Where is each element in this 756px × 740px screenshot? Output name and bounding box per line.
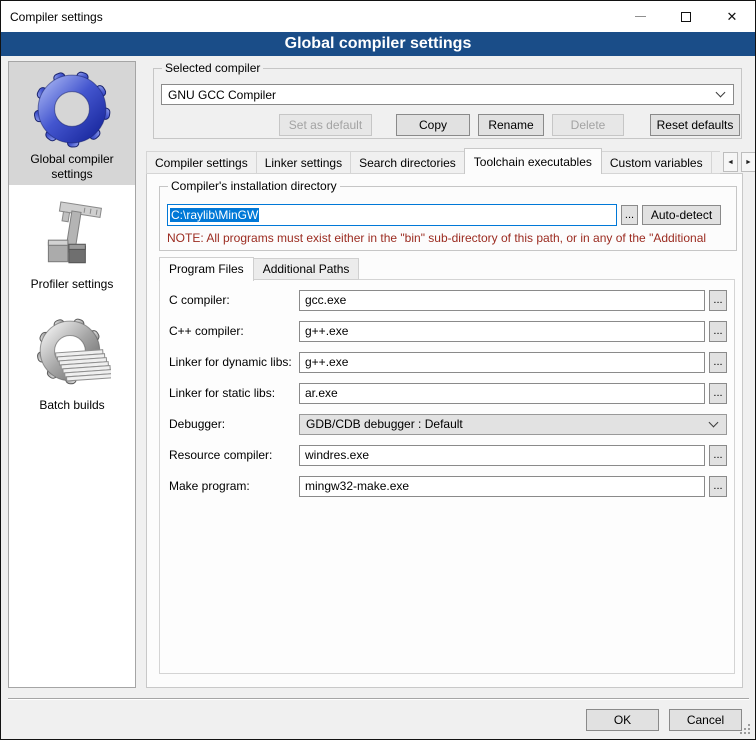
groupbox-legend: Compiler's installation directory bbox=[168, 179, 340, 194]
titlebar[interactable]: Compiler settings ✕ bbox=[1, 1, 755, 32]
rename-button[interactable]: Rename bbox=[478, 114, 544, 136]
installation-note: NOTE: All programs must exist either in … bbox=[167, 231, 733, 245]
dynamic-linker-browse-button[interactable]: ... bbox=[709, 352, 727, 373]
row-resource-compiler: Resource compiler: ... bbox=[160, 444, 734, 466]
tab-scroll-left-icon: ◄ bbox=[727, 159, 734, 166]
row-debugger: Debugger: GDB/CDB debugger : Default bbox=[160, 413, 734, 435]
tab-scroll-left-button[interactable]: ◄ bbox=[723, 152, 738, 172]
minimize-button[interactable] bbox=[617, 1, 663, 32]
row-dynamic-linker: Linker for dynamic libs: ... bbox=[160, 351, 734, 373]
tab-search-directories[interactable]: Search directories bbox=[350, 151, 465, 174]
cancel-button[interactable]: Cancel bbox=[669, 709, 742, 731]
row-make-program: Make program: ... bbox=[160, 475, 734, 497]
field-label: Debugger: bbox=[169, 417, 297, 431]
tab-scroll-right-icon: ► bbox=[745, 159, 752, 166]
chevron-down-icon bbox=[709, 417, 719, 427]
resize-grip[interactable] bbox=[748, 732, 750, 734]
gray-gear-stack-icon bbox=[33, 316, 111, 394]
maximize-icon bbox=[681, 12, 691, 22]
field-label: C compiler: bbox=[169, 293, 297, 307]
sidebar-item-label: Profiler settings bbox=[27, 277, 118, 292]
resource-compiler-input[interactable] bbox=[299, 445, 705, 466]
resource-compiler-browse-button[interactable]: ... bbox=[709, 445, 727, 466]
tab-compiler-settings[interactable]: Compiler settings bbox=[146, 151, 257, 174]
sidebar-item-batch-builds[interactable]: Batch builds bbox=[9, 316, 135, 413]
tab-scroll-right-button[interactable]: ► bbox=[741, 152, 756, 172]
auto-detect-button[interactable]: Auto-detect bbox=[642, 205, 721, 225]
window-title: Compiler settings bbox=[10, 10, 103, 24]
close-button[interactable]: ✕ bbox=[709, 1, 755, 32]
c-compiler-input[interactable] bbox=[299, 290, 705, 311]
dynamic-linker-input[interactable] bbox=[299, 352, 705, 373]
tab-linker-settings[interactable]: Linker settings bbox=[256, 151, 351, 174]
page-title: Global compiler settings bbox=[1, 32, 755, 56]
selected-compiler-groupbox: Selected compiler GNU GCC Compiler Set a… bbox=[153, 68, 742, 139]
selected-compiler-value: GNU GCC Compiler bbox=[168, 88, 276, 102]
compiler-settings-dialog: Compiler settings ✕ Global compiler sett… bbox=[0, 0, 756, 740]
static-linker-input[interactable] bbox=[299, 383, 705, 404]
main-panel: Selected compiler GNU GCC Compiler Set a… bbox=[145, 61, 749, 689]
field-label: C++ compiler: bbox=[169, 324, 297, 338]
c-compiler-browse-button[interactable]: ... bbox=[709, 290, 727, 311]
window-controls: ✕ bbox=[617, 1, 755, 32]
installation-directory-browse-button[interactable]: ... bbox=[621, 205, 638, 225]
row-static-linker: Linker for static libs: ... bbox=[160, 382, 734, 404]
installation-directory-value: C:\raylib\MinGW bbox=[170, 208, 259, 222]
settings-tabbar: Compiler settings Linker settings Search… bbox=[146, 146, 720, 174]
tab-toolchain-executables[interactable]: Toolchain executables bbox=[464, 148, 602, 174]
sidebar-item-profiler-settings[interactable]: Profiler settings bbox=[9, 195, 135, 292]
static-linker-browse-button[interactable]: ... bbox=[709, 383, 727, 404]
row-cpp-compiler: C++ compiler: ... bbox=[160, 320, 734, 342]
caliper-icon bbox=[33, 195, 111, 273]
tab-program-files[interactable]: Program Files bbox=[159, 257, 254, 281]
field-label: Linker for static libs: bbox=[169, 386, 297, 400]
delete-button[interactable]: Delete bbox=[552, 114, 624, 136]
settings-sidebar: Global compiler settings Profiler settin… bbox=[8, 61, 136, 688]
installation-directory-groupbox: Compiler's installation directory C:\ray… bbox=[159, 186, 737, 251]
tab-scroll-buttons: ◄ ► bbox=[723, 152, 756, 172]
chevron-down-icon bbox=[716, 88, 726, 98]
program-files-tabbar: Program Files Additional Paths bbox=[159, 255, 358, 280]
sidebar-item-label: Batch builds bbox=[35, 398, 108, 413]
close-icon: ✕ bbox=[727, 10, 738, 23]
compiler-actions: Set as default Copy Rename Delete Reset … bbox=[279, 114, 740, 136]
row-c-compiler: C compiler: ... bbox=[160, 289, 734, 311]
footer-separator bbox=[8, 698, 749, 700]
field-label: Linker for dynamic libs: bbox=[169, 355, 297, 369]
field-label: Resource compiler: bbox=[169, 448, 297, 462]
tab-additional-paths[interactable]: Additional Paths bbox=[253, 258, 360, 280]
field-label: Make program: bbox=[169, 479, 297, 493]
program-files-panel: C compiler: ... C++ compiler: ... Linker… bbox=[159, 279, 735, 674]
set-as-default-button[interactable]: Set as default bbox=[279, 114, 372, 136]
debugger-value: GDB/CDB debugger : Default bbox=[306, 417, 463, 431]
minimize-icon bbox=[635, 16, 646, 17]
reset-defaults-button[interactable]: Reset defaults bbox=[650, 114, 740, 136]
selected-compiler-combo[interactable]: GNU GCC Compiler bbox=[161, 84, 734, 105]
make-program-input[interactable] bbox=[299, 476, 705, 497]
toolchain-executables-page: Compiler's installation directory C:\ray… bbox=[146, 173, 743, 688]
blue-gear-icon bbox=[33, 70, 111, 148]
tab-build-options[interactable]: Build options bbox=[711, 151, 720, 174]
copy-button[interactable]: Copy bbox=[396, 114, 470, 136]
make-program-browse-button[interactable]: ... bbox=[709, 476, 727, 497]
groupbox-legend: Selected compiler bbox=[162, 61, 263, 76]
tab-custom-variables[interactable]: Custom variables bbox=[601, 151, 712, 174]
maximize-button[interactable] bbox=[663, 1, 709, 32]
installation-directory-input[interactable]: C:\raylib\MinGW bbox=[167, 204, 617, 226]
cpp-compiler-input[interactable] bbox=[299, 321, 705, 342]
cpp-compiler-browse-button[interactable]: ... bbox=[709, 321, 727, 342]
debugger-select[interactable]: GDB/CDB debugger : Default bbox=[299, 414, 727, 435]
sidebar-item-label: Global compiler settings bbox=[9, 152, 135, 182]
ok-button[interactable]: OK bbox=[586, 709, 659, 731]
sidebar-item-global-compiler-settings[interactable]: Global compiler settings bbox=[9, 62, 135, 185]
